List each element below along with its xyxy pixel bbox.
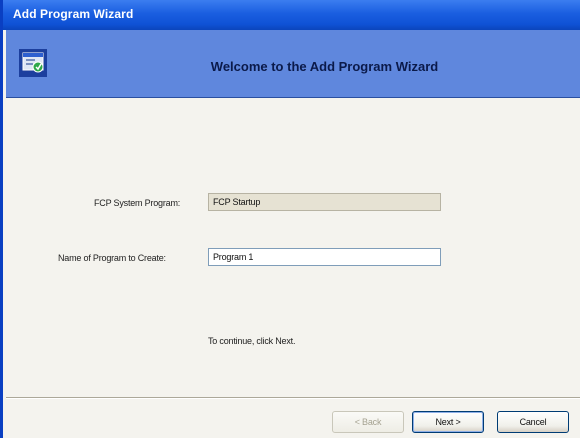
footer-divider: [6, 397, 580, 399]
cancel-button[interactable]: Cancel: [497, 411, 569, 433]
window-title: Add Program Wizard: [13, 7, 134, 21]
banner-title: Welcome to the Add Program Wizard: [210, 59, 439, 74]
instruction-text: To continue, click Next.: [208, 336, 296, 346]
system-program-label: FCP System Program:: [94, 198, 181, 208]
system-program-field: FCP Startup: [208, 193, 441, 211]
program-wizard-icon: [19, 49, 47, 77]
next-button[interactable]: Next >: [412, 411, 484, 433]
wizard-content: FCP System Program: FCP Startup Name of …: [6, 99, 580, 396]
back-button[interactable]: < Back: [332, 411, 404, 433]
wizard-window: Add Program Wizard Welcome to the Add Pr…: [0, 0, 580, 438]
title-bar[interactable]: Add Program Wizard: [3, 0, 580, 30]
program-name-input[interactable]: Program 1: [208, 248, 441, 266]
program-name-label: Name of Program to Create:: [58, 253, 166, 263]
wizard-banner: Welcome to the Add Program Wizard: [6, 30, 580, 98]
